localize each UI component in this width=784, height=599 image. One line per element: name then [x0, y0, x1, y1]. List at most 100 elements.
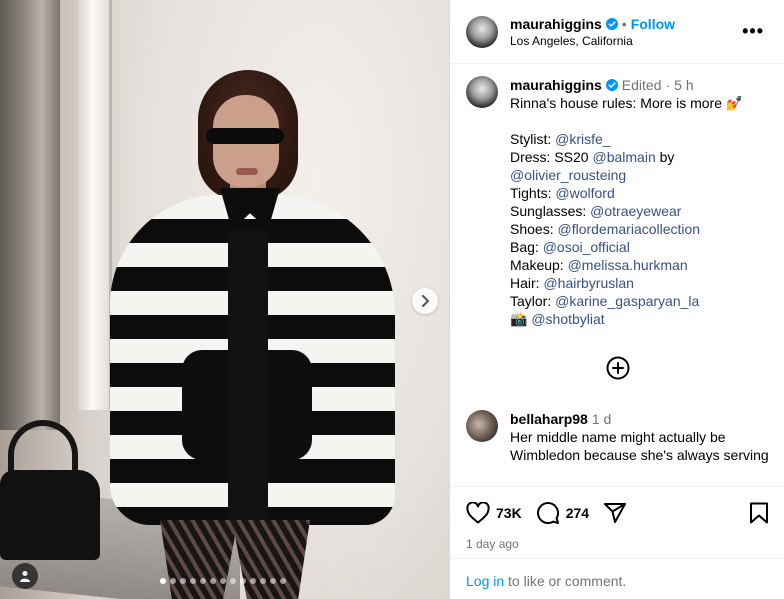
mention-link[interactable]: @wolford: [555, 185, 614, 201]
verified-badge-icon: [605, 17, 618, 30]
header-text: maurahiggins • Follow Los Angeles, Calif…: [510, 16, 738, 48]
caption-credit-line: Dress: SS20 @balmain by: [510, 148, 769, 166]
mirror-frame: [0, 0, 60, 430]
caption-credit-line: Taylor: @karine_gasparyan_la: [510, 292, 769, 310]
credit-label: Taylor:: [510, 293, 556, 309]
credit-suffix: by: [655, 149, 675, 165]
carousel-dot: [170, 578, 176, 584]
caption-credits: Stylist: @krisfe_ Dress: SS20 @balmain by…: [510, 130, 769, 328]
more-options-button[interactable]: •••: [738, 21, 768, 42]
caption-dot: ·: [665, 77, 671, 93]
model-figure: [100, 60, 400, 599]
mention-link[interactable]: @otraeyewear: [590, 203, 681, 219]
carousel-dot: [200, 578, 206, 584]
verified-badge-icon: [605, 79, 618, 91]
credit-label: Tights:: [510, 185, 556, 201]
mention-link[interactable]: @shotbyliat: [531, 311, 604, 327]
carousel-dot: [250, 578, 256, 584]
caption-credit-line: @olivier_rousteing: [510, 166, 769, 184]
comment-time: 1 d: [591, 411, 612, 427]
post-location[interactable]: Los Angeles, California: [510, 34, 738, 48]
post-media[interactable]: [0, 0, 449, 599]
like-count: 73K: [496, 505, 522, 521]
credit-label: Makeup:: [510, 257, 568, 273]
caption-credit-line: Hair: @hairbyruslan: [510, 274, 769, 292]
caption-credit-line: 📸 @shotbyliat: [510, 310, 769, 328]
caption-credit-line: Makeup: @melissa.hurkman: [510, 256, 769, 274]
comments-area[interactable]: maurahiggins Edited · 5 h Rinna's house …: [450, 64, 784, 486]
comment-header: bellaharp98 1 d: [510, 410, 769, 428]
mention-link[interactable]: @flordemariacollection: [557, 221, 700, 237]
credit-label: 📸: [510, 311, 532, 327]
credit-label: Hair:: [510, 275, 544, 291]
mention-link[interactable]: @olivier_rousteing: [510, 167, 626, 183]
caption-username[interactable]: maurahiggins: [510, 76, 602, 94]
plus-circle-icon[interactable]: [606, 356, 630, 380]
caption-time[interactable]: 5 h: [674, 76, 693, 94]
comment-button[interactable]: 274: [536, 501, 589, 525]
save-button[interactable]: [749, 502, 769, 524]
follow-button[interactable]: Follow: [631, 16, 675, 32]
carousel-dot: [240, 578, 246, 584]
author-avatar[interactable]: [466, 15, 498, 48]
caption-avatar[interactable]: [466, 76, 498, 108]
author-row: maurahiggins • Follow: [510, 16, 738, 32]
credit-label: Stylist:: [510, 131, 556, 147]
mention-link[interactable]: @balmain: [592, 149, 655, 165]
separator-dot: •: [621, 15, 627, 32]
caption-credit-line: Tights: @wolford: [510, 184, 769, 202]
credit-label: Bag:: [510, 239, 543, 255]
next-image-button[interactable]: [412, 288, 438, 314]
post-date[interactable]: 1 day ago: [466, 537, 769, 551]
caption: maurahiggins Edited · 5 h Rinna's house …: [466, 76, 769, 328]
action-row: 73K 274: [466, 501, 769, 525]
login-prompt: Log in to like or comment.: [450, 558, 784, 599]
login-link[interactable]: Log in: [466, 573, 504, 589]
credit-label: Sunglasses:: [510, 203, 591, 219]
sunglasses: [206, 128, 284, 144]
user-icon: [20, 571, 30, 582]
comment-count: 274: [565, 505, 590, 521]
heart-icon: [466, 502, 490, 524]
author-username[interactable]: maurahiggins: [510, 16, 602, 32]
credit-label: Shoes:: [510, 221, 558, 237]
mention-link[interactable]: @krisfe_: [555, 131, 610, 147]
commenter-avatar[interactable]: [466, 410, 498, 442]
caption-credit-line: Bag: @osoi_official: [510, 238, 769, 256]
carousel-indicator: [160, 578, 286, 584]
carousel-dot: [260, 578, 266, 584]
carousel-dot: [180, 578, 186, 584]
carousel-dot: [230, 578, 236, 584]
bookmark-icon: [750, 502, 768, 524]
comment-body: bellaharp98 1 d Her middle name might ac…: [510, 410, 769, 464]
handbag: [0, 470, 100, 560]
mention-link[interactable]: @karine_gasparyan_la: [555, 293, 699, 309]
post-header: maurahiggins • Follow Los Angeles, Calif…: [450, 0, 784, 64]
tagged-users-button[interactable]: [12, 563, 38, 589]
caption-credit-line: Stylist: @krisfe_: [510, 130, 769, 148]
comment-icon: [536, 502, 559, 525]
carousel-dot: [210, 578, 216, 584]
like-button[interactable]: 73K: [466, 502, 522, 524]
mention-link[interactable]: @melissa.hurkman: [568, 257, 688, 273]
chevron-right-icon: [422, 295, 429, 307]
credit-label: Dress: SS20: [510, 149, 593, 165]
caption-header: maurahiggins Edited · 5 h: [510, 76, 769, 94]
mention-link[interactable]: @osoi_official: [543, 239, 630, 255]
carousel-dot: [220, 578, 226, 584]
commenter-username[interactable]: bellaharp98: [510, 410, 588, 428]
carousel-dot: [160, 578, 166, 584]
edited-label: Edited: [621, 77, 662, 93]
caption-credit-line: Sunglasses: @otraeyewear: [510, 202, 769, 220]
lips: [236, 168, 258, 175]
carousel-dot: [190, 578, 196, 584]
caption-body: maurahiggins Edited · 5 h Rinna's house …: [510, 76, 769, 328]
carousel-dot: [270, 578, 276, 584]
carousel-dot: [280, 578, 286, 584]
caption-credit-line: Shoes: @flordemariacollection: [510, 220, 769, 238]
paper-plane-icon: [604, 503, 627, 523]
share-button[interactable]: [603, 502, 627, 524]
jacket-placket: [228, 230, 268, 525]
mention-link[interactable]: @hairbyruslan: [543, 275, 633, 291]
